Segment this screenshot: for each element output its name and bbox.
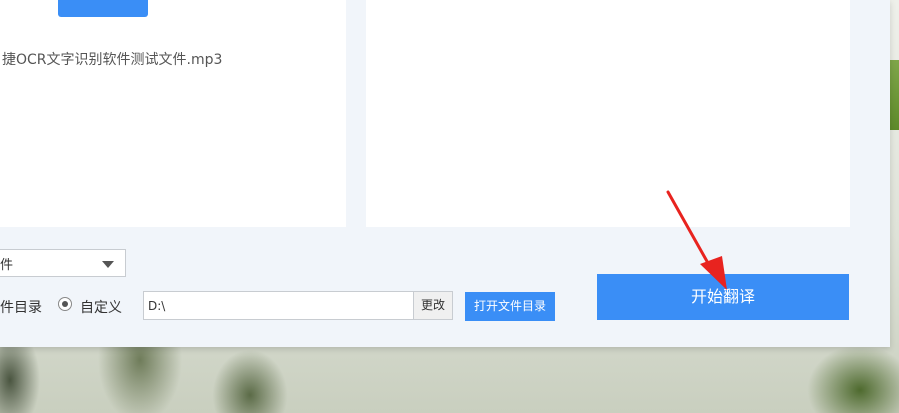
format-select-value: 件 — [0, 258, 14, 273]
source-file-card: 捷OCR文字识别软件测试文件.mp3 — [0, 0, 346, 227]
result-card — [366, 0, 850, 227]
chevron-down-icon — [102, 261, 114, 268]
option-source-dir-label[interactable]: 件目录 — [0, 297, 42, 317]
source-file-name: 捷OCR文字识别软件测试文件.mp3 — [2, 52, 223, 68]
start-translate-button[interactable]: 开始翻译 — [597, 274, 849, 320]
custom-dir-radio[interactable] — [58, 297, 72, 311]
option-custom-label[interactable]: 自定义 — [80, 297, 122, 317]
change-path-button[interactable]: 更改 — [413, 291, 453, 320]
format-select[interactable]: 件 — [0, 249, 126, 277]
output-path-input[interactable] — [143, 291, 414, 320]
app-window: 捷OCR文字识别软件测试文件.mp3 件 件目录 自定义 更改 打开文件目录 开… — [0, 0, 890, 347]
add-file-button[interactable] — [58, 0, 148, 17]
open-folder-button[interactable]: 打开文件目录 — [465, 292, 555, 321]
background-plant-edge — [890, 60, 899, 130]
